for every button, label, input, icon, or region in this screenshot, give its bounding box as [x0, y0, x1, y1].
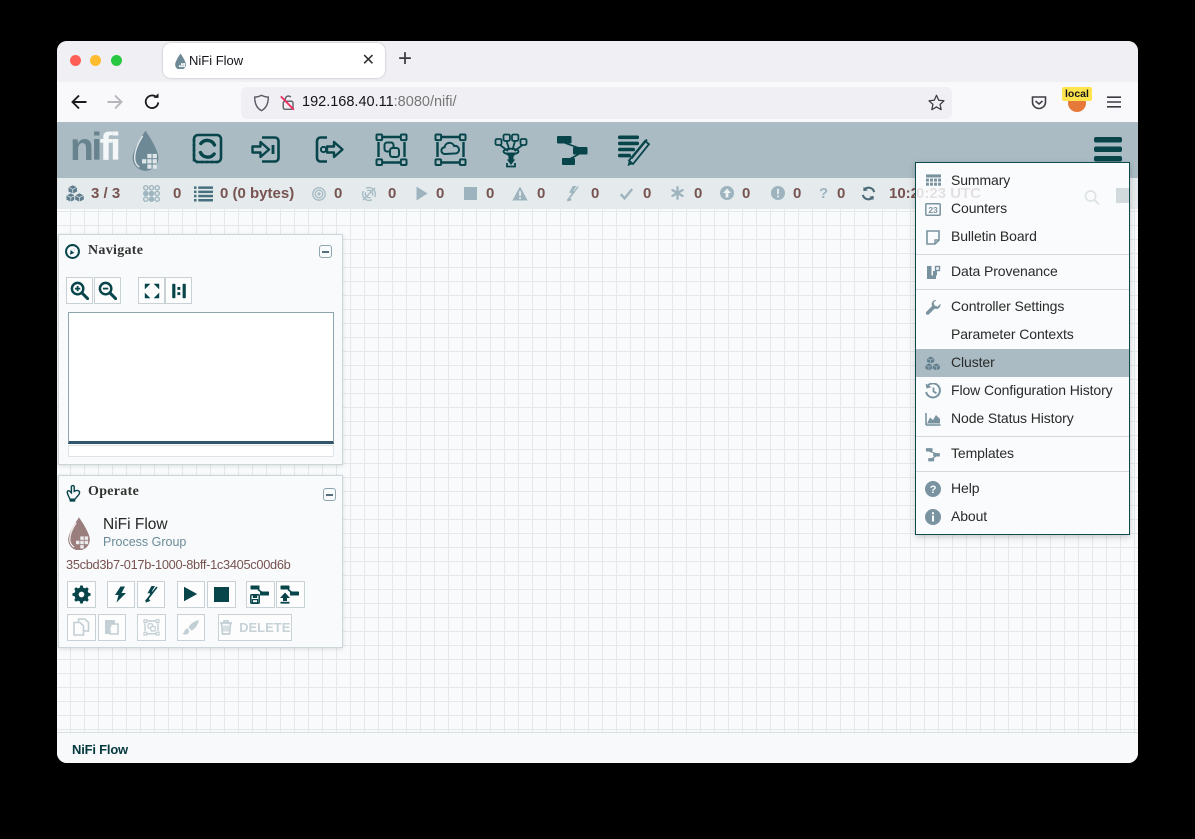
- svg-text:?: ?: [930, 484, 937, 496]
- svg-text:23: 23: [928, 204, 938, 214]
